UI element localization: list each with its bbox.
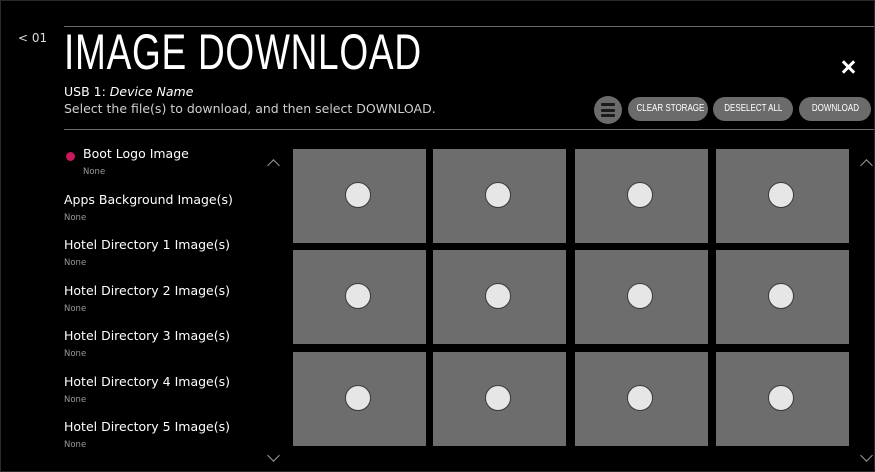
category-name: Hotel Directory 4 Image(s) [64, 373, 231, 389]
category-name: Hotel Directory 1 Image(s) [64, 237, 231, 252]
category-value: None [64, 303, 87, 314]
list-scroll-up-icon[interactable] [267, 159, 280, 172]
back-button[interactable]: < 01 [18, 31, 47, 45]
category-value: None [64, 440, 87, 450]
device-name: Device Name [109, 84, 194, 99]
category-item-apps-background[interactable]: Apps Background Image(s) None [64, 192, 264, 238]
radio-button-icon[interactable] [768, 385, 794, 411]
thumbnail-tile[interactable] [716, 149, 849, 243]
thumbnail-tile[interactable] [433, 149, 566, 243]
category-name: Hotel Directory 5 Image(s) [64, 419, 231, 434]
radio-button-icon[interactable] [345, 385, 371, 411]
page-title: IMAGE DOWNLOAD [64, 24, 422, 80]
category-value: None [64, 212, 87, 223]
header-divider [64, 129, 874, 130]
radio-button-icon[interactable] [627, 283, 653, 309]
thumbnail-tile[interactable] [575, 250, 708, 344]
category-name: Apps Background Image(s) [64, 191, 233, 207]
category-value: None [64, 258, 87, 268]
radio-button-icon[interactable] [345, 182, 371, 208]
thumbnail-tile[interactable] [575, 352, 708, 446]
usb-prefix: USB 1: [64, 84, 106, 99]
grid-scroll-down-icon[interactable] [860, 449, 873, 462]
thumbnail-tile[interactable] [293, 149, 426, 243]
storage-list-icon[interactable] [594, 96, 622, 124]
usb-device-label: USB 1: Device Name [64, 84, 193, 99]
radio-button-icon[interactable] [345, 283, 371, 309]
category-item-boot-logo[interactable]: Boot Logo Image None [64, 146, 264, 192]
category-item-hotel-directory-4[interactable]: Hotel Directory 4 Image(s) None [64, 374, 264, 420]
category-item-hotel-directory-5[interactable]: Hotel Directory 5 Image(s) None [64, 419, 264, 465]
thumbnail-tile[interactable] [716, 352, 849, 446]
thumbnail-tile[interactable] [433, 352, 566, 446]
radio-button-icon[interactable] [768, 182, 794, 208]
storage-list-icon-bar [601, 114, 615, 117]
clear-storage-label: CLEAR STORAGE [636, 103, 705, 114]
grid-scroll-up-icon[interactable] [860, 159, 873, 172]
category-item-hotel-directory-1[interactable]: Hotel Directory 1 Image(s) None [64, 237, 264, 283]
category-value: None [64, 349, 87, 359]
instruction-text: Select the file(s) to download, and then… [64, 101, 436, 116]
category-value: None [64, 394, 87, 405]
clear-storage-button[interactable]: CLEAR STORAGE [628, 97, 708, 121]
storage-list-icon-bar [601, 103, 615, 106]
thumbnail-tile[interactable] [293, 352, 426, 446]
thumbnail-tile[interactable] [575, 149, 708, 243]
thumbnail-grid [293, 149, 853, 446]
radio-button-icon[interactable] [485, 182, 511, 208]
category-value: None [83, 167, 106, 177]
download-button[interactable]: DOWNLOAD [799, 97, 871, 121]
category-item-hotel-directory-2[interactable]: Hotel Directory 2 Image(s) None [64, 283, 264, 329]
thumbnail-tile[interactable] [293, 250, 426, 344]
deselect-all-label: DESELECT ALL [723, 103, 783, 114]
selected-indicator-icon [66, 152, 75, 161]
category-item-hotel-directory-3[interactable]: Hotel Directory 3 Image(s) None [64, 328, 264, 374]
deselect-all-button[interactable]: DESELECT ALL [713, 97, 793, 121]
radio-button-icon[interactable] [627, 385, 653, 411]
thumbnail-tile[interactable] [433, 250, 566, 344]
list-scroll-down-icon[interactable] [267, 449, 280, 462]
thumbnail-tile[interactable] [716, 250, 849, 344]
image-category-list: Boot Logo Image None Apps Background Ima… [64, 146, 264, 465]
radio-button-icon[interactable] [768, 283, 794, 309]
radio-button-icon[interactable] [485, 385, 511, 411]
category-name: Hotel Directory 3 Image(s) [64, 328, 231, 343]
radio-button-icon[interactable] [627, 182, 653, 208]
category-name: Boot Logo Image [83, 146, 189, 161]
image-download-screen: < 01 IMAGE DOWNLOAD USB 1: Device Name S… [0, 0, 875, 472]
download-label: DOWNLOAD [811, 103, 859, 114]
close-icon[interactable] [841, 60, 855, 74]
category-name: Hotel Directory 2 Image(s) [64, 282, 231, 298]
radio-button-icon[interactable] [485, 283, 511, 309]
storage-list-icon-bar [601, 108, 615, 112]
